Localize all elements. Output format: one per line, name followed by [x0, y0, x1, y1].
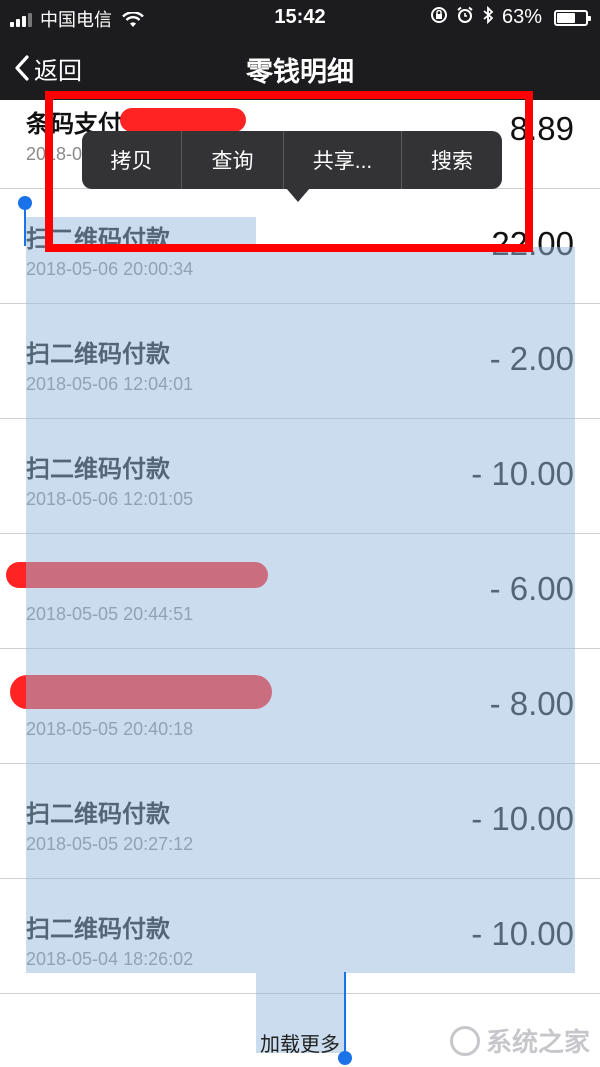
transaction-amount: - 8.00	[489, 685, 574, 722]
transaction-row[interactable]: 2018-05-05 20:44:51 - 6.00	[0, 534, 600, 649]
battery-icon	[554, 9, 591, 26]
transaction-time: 2018-05-05 20:44:51	[26, 604, 194, 624]
transaction-time: 2018-05-06 12:04:01	[26, 374, 194, 394]
watermark-text: 系统之家	[485, 1027, 590, 1057]
battery-percent: 63%	[501, 6, 542, 28]
alarm-icon	[456, 6, 474, 29]
transaction-time: 2018-05-06 12:01:05	[26, 489, 194, 509]
transaction-amount: - 10.00	[471, 455, 574, 492]
rotation-lock-icon	[430, 6, 448, 29]
selection-handle-end[interactable]	[338, 1051, 352, 1065]
annotation-highlight-box	[45, 91, 533, 252]
transaction-time: 2018-05-04 18:26:02	[26, 949, 194, 969]
transaction-title: 扫二维码付款	[26, 456, 170, 483]
transaction-title: 扫二维码付款	[26, 916, 170, 943]
status-bar: 中国电信 15:42 63%	[0, 0, 600, 36]
transaction-row[interactable]: 扫二维码付款 2018-05-06 12:04:01 - 2.00	[0, 304, 600, 419]
battery-fill	[557, 12, 575, 23]
page-title: 零钱明细	[246, 57, 354, 87]
transaction-title: 扫二维码付款	[26, 341, 170, 368]
status-right: 63%	[430, 5, 591, 29]
watermark-logo-icon	[449, 1025, 480, 1056]
selection-handle-start-bar[interactable]	[24, 206, 26, 246]
transaction-amount: - 10.00	[471, 800, 574, 837]
transaction-amount: - 10.00	[471, 915, 574, 952]
transaction-time: 2018-05-05 20:27:12	[26, 834, 194, 854]
transaction-title: 扫二维码付款	[26, 801, 170, 828]
transaction-row[interactable]: 2018-05-05 20:40:18 - 8.00	[0, 649, 600, 764]
transaction-time: 2018-05-06 20:00:34	[26, 259, 194, 279]
selection-handle-start[interactable]	[18, 196, 32, 210]
watermark: 系统之家	[449, 1022, 590, 1059]
transaction-amount: - 2.00	[489, 340, 574, 377]
transaction-row[interactable]: 扫二维码付款 2018-05-05 20:27:12 - 10.00	[0, 764, 600, 879]
transaction-row[interactable]: 扫二维码付款 2018-05-04 18:26:02 - 10.00	[0, 879, 600, 994]
redaction-mark	[10, 675, 272, 709]
transaction-amount: - 6.00	[489, 570, 574, 607]
transaction-row[interactable]: 扫二维码付款 2018-05-06 12:01:05 - 10.00	[0, 419, 600, 534]
selection-handle-end-bar[interactable]	[344, 972, 346, 1054]
transaction-time: 2018-05-05 20:40:18	[26, 719, 194, 739]
redaction-mark	[6, 562, 268, 588]
bluetooth-icon	[482, 5, 494, 29]
